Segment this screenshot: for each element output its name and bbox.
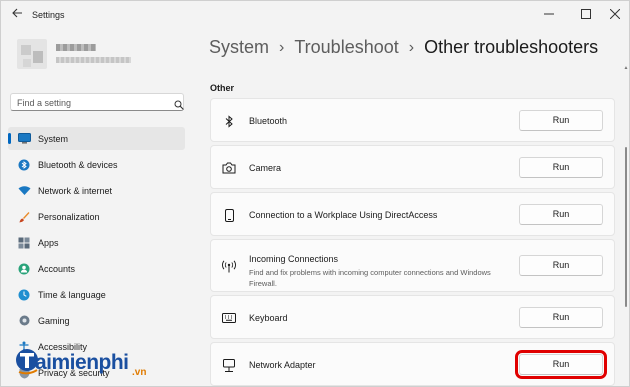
- maximize-icon[interactable]: [574, 5, 598, 23]
- troubleshooter-keyboard: Keyboard Run: [210, 295, 615, 339]
- breadcrumb-troubleshoot[interactable]: Troubleshoot: [294, 37, 398, 58]
- back-arrow-icon[interactable]: [9, 7, 25, 23]
- sidebar-item-label: System: [38, 133, 69, 144]
- profile-name-blurred: [56, 44, 96, 51]
- settings-window: Settings System: [0, 0, 630, 387]
- keyboard-icon: [222, 311, 236, 325]
- bluetooth-icon: [17, 158, 31, 172]
- monitor-icon: [17, 132, 31, 146]
- troubleshooter-title: Incoming Connections: [249, 254, 339, 264]
- shield-icon: [17, 366, 31, 380]
- person-icon: [17, 262, 31, 276]
- run-bluetooth-button[interactable]: Run: [519, 110, 603, 131]
- chevron-right-icon: ›: [408, 38, 415, 56]
- camera-icon: [222, 161, 236, 175]
- sidebar-item-bluetooth-devices[interactable]: Bluetooth & devices: [8, 153, 185, 176]
- breadcrumb: System › Troubleshoot › Other troublesho…: [209, 37, 598, 58]
- troubleshooter-title: Connection to a Workplace Using DirectAc…: [249, 210, 438, 220]
- troubleshooter-title: Network Adapter: [249, 360, 316, 370]
- sidebar-item-network[interactable]: Network & internet: [8, 179, 185, 202]
- sidebar-item-label: Network & internet: [38, 185, 113, 196]
- sidebar-item-gaming[interactable]: Gaming: [8, 309, 185, 332]
- troubleshooter-list: Bluetooth Run Camera Run Connection to a…: [210, 98, 615, 386]
- close-icon[interactable]: [603, 5, 627, 23]
- sidebar-item-time-language[interactable]: Time & language: [8, 283, 185, 306]
- troubleshooter-network-adapter: Network Adapter Run: [210, 342, 615, 386]
- troubleshooter-title: Camera: [249, 163, 282, 173]
- search-box[interactable]: [10, 93, 184, 111]
- troubleshooter-bluetooth: Bluetooth Run: [210, 98, 615, 142]
- run-camera-button[interactable]: Run: [519, 157, 603, 178]
- gamepad-icon: [17, 314, 31, 328]
- app-title: Settings: [32, 10, 65, 20]
- scrollbar[interactable]: ▲: [623, 65, 629, 385]
- sidebar-item-apps[interactable]: Apps: [8, 231, 185, 254]
- sidebar-item-accessibility[interactable]: Accessibility: [8, 335, 185, 358]
- troubleshooter-title: Bluetooth: [249, 116, 288, 126]
- network-pc-icon: [222, 358, 236, 372]
- sidebar-item-personalization[interactable]: Personalization: [8, 205, 185, 228]
- chevron-right-icon: ›: [279, 38, 285, 56]
- breadcrumb-system[interactable]: System: [209, 37, 269, 58]
- signal-icon: [222, 259, 236, 273]
- sidebar-item-label: Privacy & security: [38, 367, 110, 378]
- troubleshooter-incoming-connections: Incoming Connections Find and fix proble…: [210, 239, 615, 292]
- troubleshooter-directaccess: Connection to a Workplace Using DirectAc…: [210, 192, 615, 236]
- run-network-adapter-button[interactable]: Run: [515, 350, 607, 379]
- scroll-thumb[interactable]: [625, 147, 627, 307]
- globe-clock-icon: [17, 288, 31, 302]
- troubleshooter-title: Keyboard: [249, 313, 288, 323]
- sidebar-nav: System Bluetooth & devices Network & int…: [8, 127, 185, 386]
- sidebar-item-system[interactable]: System: [8, 127, 185, 150]
- title-bar: Settings: [1, 1, 629, 31]
- sidebar-item-label: Gaming: [38, 315, 70, 326]
- section-label: Other: [210, 83, 235, 93]
- run-directaccess-button[interactable]: Run: [519, 204, 603, 225]
- sidebar-item-accounts[interactable]: Accounts: [8, 257, 185, 280]
- phone-icon: [222, 208, 236, 222]
- search-icon[interactable]: [174, 97, 184, 110]
- sidebar-item-label: Bluetooth & devices: [38, 159, 118, 170]
- troubleshooter-camera: Camera Run: [210, 145, 615, 189]
- page-title: Other troubleshooters: [424, 37, 599, 57]
- scroll-up-arrow-icon[interactable]: ▲: [623, 65, 629, 71]
- run-keyboard-button[interactable]: Run: [519, 307, 603, 328]
- troubleshooter-description: Find and fix problems with incoming comp…: [249, 268, 491, 288]
- sidebar-item-label: Accessibility: [38, 341, 88, 352]
- search-input[interactable]: [17, 96, 167, 109]
- profile-email-blurred: [56, 57, 131, 63]
- apps-icon: [17, 236, 31, 250]
- avatar[interactable]: [17, 39, 47, 69]
- sidebar-item-privacy-security[interactable]: Privacy & security: [8, 361, 185, 384]
- run-incoming-connections-button[interactable]: Run: [519, 255, 603, 276]
- sidebar-item-label: Time & language: [38, 289, 106, 300]
- accessibility-icon: [17, 340, 31, 354]
- sidebar-item-label: Accounts: [38, 263, 76, 274]
- sidebar-item-label: Apps: [38, 237, 59, 248]
- brush-icon: [17, 210, 31, 224]
- minimize-icon[interactable]: [537, 5, 561, 23]
- bluetooth-icon: [222, 114, 236, 128]
- wifi-icon: [17, 184, 31, 198]
- sidebar-item-label: Personalization: [38, 211, 100, 222]
